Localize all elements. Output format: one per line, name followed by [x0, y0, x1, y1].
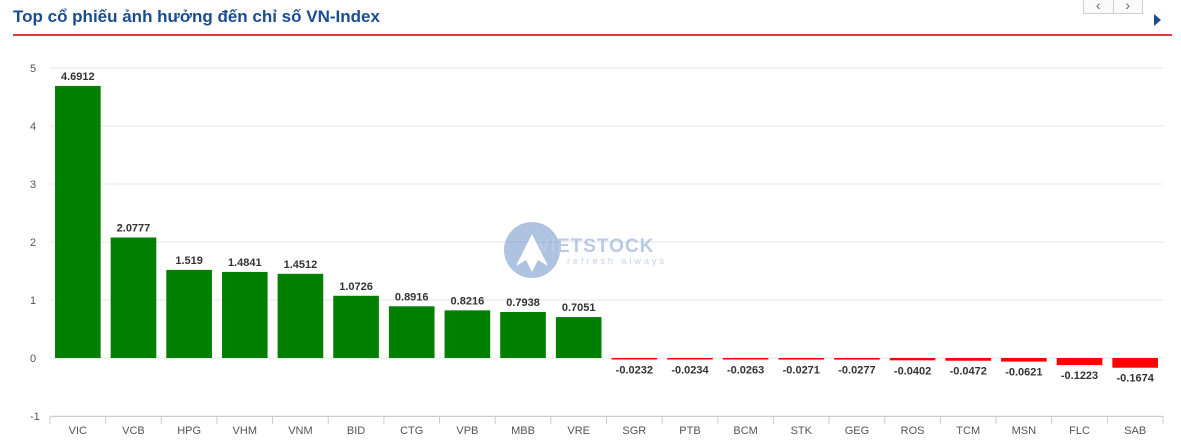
y-tick-label: 1 [30, 295, 36, 307]
x-tick-label-vpb: VPB [456, 425, 478, 437]
x-tick-label-hpg: HPG [177, 425, 201, 437]
data-label-geg: -0.0277 [838, 365, 875, 377]
bar-vhm [221, 271, 268, 358]
x-tick-label-ros: ROS [901, 425, 925, 437]
chart-title: Top cổ phiếu ảnh hưởng đến chỉ số VN-Ind… [13, 7, 380, 26]
bar-bcm [722, 358, 769, 360]
bar-ros [889, 358, 936, 361]
data-label-ptb: -0.0234 [671, 365, 709, 377]
data-label-vic: 4.6912 [61, 71, 95, 83]
data-label-hpg: 1.519 [175, 255, 203, 267]
triangle-right-icon[interactable] [1154, 14, 1161, 26]
data-label-sgr: -0.0232 [616, 365, 653, 377]
bar-ctg [388, 306, 435, 358]
bar-stk [778, 358, 825, 360]
watermark-brand: VIETSTOCK [537, 236, 654, 257]
x-tick-label-vnm: VNM [288, 425, 312, 437]
data-label-sab: -0.1674 [1117, 373, 1155, 385]
y-tick-label: -1 [30, 411, 40, 423]
x-tick-label-bcm: BCM [733, 425, 757, 437]
bar-bid [333, 295, 379, 358]
data-label-tcm: -0.0472 [950, 366, 987, 378]
data-label-vhm: 1.4841 [228, 257, 262, 269]
x-tick-label-vcb: VCB [122, 425, 145, 437]
x-tick-label-vhm: VHM [233, 425, 257, 437]
y-tick-label: 5 [30, 63, 36, 75]
data-label-bid: 1.0726 [339, 281, 373, 293]
data-label-vre: 0.7051 [562, 302, 596, 314]
bar-vre [555, 317, 602, 358]
x-tick-label-tcm: TCM [956, 425, 980, 437]
y-tick-label: 2 [30, 237, 36, 249]
bar-mbb [500, 311, 546, 358]
bar-vnm [277, 273, 324, 358]
y-tick-label: 4 [30, 121, 36, 133]
y-tick-label: 0 [30, 353, 36, 365]
data-label-bcm: -0.0263 [727, 365, 764, 377]
data-label-ros: -0.0402 [894, 365, 931, 377]
data-label-mbb: 0.7938 [506, 297, 540, 309]
bar-tcm [945, 358, 992, 361]
x-axis: VIC VCB HPG VHM VNM BID CTG VPB MBB VRE SGR PTB BCM S… [49, 416, 1164, 437]
bar-vcb [110, 237, 157, 358]
bars [55, 85, 1158, 368]
y-tick-label: 3 [30, 179, 36, 191]
x-tick-label-sab: SAB [1124, 425, 1146, 437]
bar-ptb [667, 358, 713, 360]
title-underline [13, 34, 1172, 36]
x-tick-label-bid: BID [347, 425, 365, 437]
bar-msn [1001, 358, 1047, 362]
data-label-vpb: 0.8216 [451, 295, 485, 307]
x-tick-label-geg: GEG [845, 425, 869, 437]
x-tick-label-stk: STK [791, 425, 813, 437]
bar-vpb [444, 310, 491, 358]
bar-hpg [166, 269, 212, 358]
x-tick-label-ctg: CTG [400, 425, 423, 437]
bar-geg [834, 358, 880, 360]
x-tick-label-vic: VIC [69, 425, 87, 437]
data-label-flc: -0.1223 [1061, 370, 1098, 382]
data-label-stk: -0.0271 [783, 365, 820, 377]
pager: ‹ › [1083, 0, 1143, 14]
x-tick-label-vre: VRE [567, 425, 590, 437]
vietstock-watermark: VIETSTOCK refresh always [504, 222, 667, 278]
bar-flc [1056, 358, 1103, 366]
x-tick-label-msn: MSN [1012, 425, 1037, 437]
bar-sgr [611, 358, 658, 360]
y-axis: -1 0 1 2 3 4 5 [30, 63, 40, 423]
bar-chart: VIETSTOCK refresh always -1 0 1 2 3 4 5 4.6912… [30, 63, 1164, 437]
data-label-msn: -0.0621 [1005, 367, 1042, 379]
prev-button[interactable]: ‹ [1083, 0, 1114, 14]
bar-vic [55, 85, 101, 358]
next-button[interactable]: › [1113, 0, 1143, 14]
data-label-ctg: 0.8916 [395, 291, 429, 303]
watermark-tagline: refresh always [567, 256, 667, 266]
x-tick-label-flc: FLC [1069, 425, 1090, 437]
x-tick-label-mbb: MBB [511, 425, 535, 437]
data-label-vcb: 2.0777 [117, 222, 151, 234]
x-tick-label-ptb: PTB [679, 425, 700, 437]
bar-sab [1112, 358, 1158, 368]
x-tick-label-sgr: SGR [622, 425, 646, 437]
data-label-vnm: 1.4512 [284, 259, 318, 271]
